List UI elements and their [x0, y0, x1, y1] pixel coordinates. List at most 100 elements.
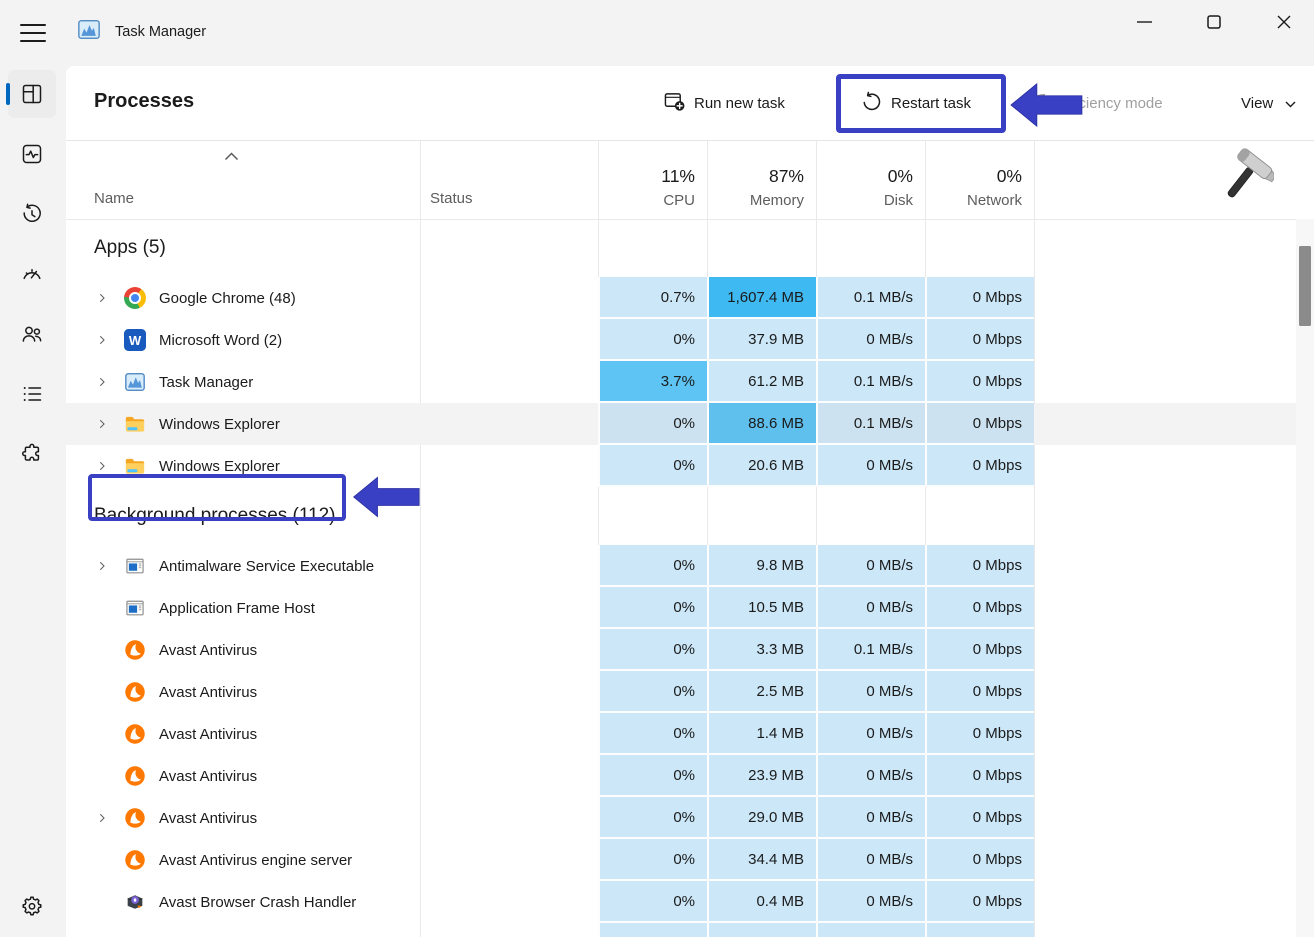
disk-cell: 0 MB/s [816, 671, 925, 713]
avast-app-icon [124, 765, 146, 787]
sidebar-item-details[interactable] [8, 370, 56, 418]
avastbox-app-icon [124, 891, 146, 913]
disk-cell: 0 MB/s [816, 713, 925, 755]
sidebar-item-processes[interactable] [8, 70, 56, 118]
disk-cell: 0 MB/s [816, 545, 925, 587]
status-cell [420, 587, 598, 629]
process-name: Avast Antivirus [159, 768, 257, 785]
row-spacer [1034, 881, 1296, 923]
cpu-cell: 0% [598, 797, 707, 839]
avastbox-app-icon [124, 933, 146, 937]
network-cell: 0 Mbps [925, 403, 1034, 445]
group-header[interactable]: Apps (5) [66, 219, 1296, 277]
expand-chevron-icon[interactable] [95, 811, 109, 825]
disk-cell: 0 MB/s [816, 587, 925, 629]
close-icon[interactable] [1261, 4, 1307, 40]
process-row[interactable]: Avast Antivirus engine server0%34.4 MB0 … [66, 839, 1296, 881]
expand-chevron-icon[interactable] [95, 417, 109, 431]
process-name-cell: Application Frame Host [66, 587, 420, 629]
sidebar-item-users[interactable] [8, 310, 56, 358]
network-cell: 0 Mbps [925, 881, 1034, 923]
memory-cell: 0.5 MB [707, 923, 816, 937]
scrollbar-thumb[interactable] [1299, 246, 1311, 326]
column-header-memory[interactable]: 87% Memory [707, 141, 816, 219]
status-cell [420, 629, 598, 671]
process-row[interactable]: Avast Browser Crash Handler0%0.4 MB0 MB/… [66, 881, 1296, 923]
process-row[interactable]: Avast Antivirus0%2.5 MB0 MB/s0 Mbps [66, 671, 1296, 713]
process-name: Task Manager [159, 374, 253, 391]
process-name-cell: Avast Antivirus [66, 713, 420, 755]
column-header-cpu[interactable]: 11% CPU [598, 141, 707, 219]
process-name: Microsoft Word (2) [159, 332, 282, 349]
status-cell [420, 361, 598, 403]
view-dropdown[interactable]: View [1235, 87, 1302, 119]
expand-chevron-icon[interactable] [95, 459, 109, 473]
avast-app-icon [124, 849, 146, 871]
process-row[interactable]: Avast Antivirus0%1.4 MB0 MB/s0 Mbps [66, 713, 1296, 755]
restart-icon [861, 91, 882, 116]
folder-app-icon [124, 413, 146, 435]
vertical-scrollbar[interactable] [1296, 219, 1314, 937]
group-header[interactable]: Background processes (112) [66, 487, 1296, 545]
sidebar-item-services[interactable] [8, 430, 56, 478]
process-name: Avast Antivirus [159, 726, 257, 743]
expand-chevron-icon[interactable] [95, 375, 109, 389]
process-row[interactable]: Windows Explorer0%88.6 MB0.1 MB/s0 Mbps [66, 403, 1296, 445]
sidebar-item-performance[interactable] [8, 130, 56, 178]
disk-cell: 0 MB/s [816, 755, 925, 797]
process-table: Name Status 11% CPU 87% Memory 0% Disk 0… [66, 141, 1314, 937]
network-total: 0% [997, 166, 1022, 187]
column-header-network[interactable]: 0% Network [925, 141, 1034, 219]
process-name-cell: Task Manager [66, 361, 420, 403]
app-title-area: Task Manager [78, 20, 206, 44]
process-row[interactable]: Antimalware Service Executable0%9.8 MB0 … [66, 545, 1296, 587]
sidebar-item-app-history[interactable] [8, 190, 56, 238]
expand-chevron-icon[interactable] [95, 333, 109, 347]
process-row[interactable]: Google Chrome (48)0.7%1,607.4 MB0.1 MB/s… [66, 277, 1296, 319]
sidebar-item-startup-apps[interactable] [8, 250, 56, 298]
process-row[interactable]: Application Frame Host0%10.5 MB0 MB/s0 M… [66, 587, 1296, 629]
process-name-cell: Avast Antivirus [66, 755, 420, 797]
sidebar-item-settings[interactable] [8, 882, 56, 930]
network-cell: 0 Mbps [925, 755, 1034, 797]
cpu-cell: 0% [598, 587, 707, 629]
network-cell: 0 Mbps [925, 671, 1034, 713]
maximize-icon[interactable] [1191, 4, 1237, 40]
network-cell: 0 Mbps [925, 797, 1034, 839]
column-header-disk[interactable]: 0% Disk [816, 141, 925, 219]
menu-hamburger-icon[interactable] [16, 19, 50, 47]
process-row[interactable]: Avast Browser Crash Handler0%0.5 MB0.1 M… [66, 923, 1296, 937]
row-spacer [1034, 629, 1296, 671]
process-row[interactable]: Avast Antivirus0%23.9 MB0 MB/s0 Mbps [66, 755, 1296, 797]
disk-cell: 0.1 MB/s [816, 403, 925, 445]
row-spacer [1034, 277, 1296, 319]
process-row[interactable]: Avast Antivirus0%3.3 MB0.1 MB/s0 Mbps [66, 629, 1296, 671]
cpu-cell: 0% [598, 319, 707, 361]
processes-icon [20, 82, 44, 106]
network-cell: 0 Mbps [925, 587, 1034, 629]
page-title: Processes [94, 90, 194, 113]
column-header-status[interactable]: Status [420, 141, 598, 219]
process-row[interactable]: WMicrosoft Word (2)0%37.9 MB0 MB/s0 Mbps [66, 319, 1296, 361]
expand-chevron-icon[interactable] [95, 291, 109, 305]
restart-task-button[interactable]: Restart task [855, 87, 977, 119]
disk-cell: 0 MB/s [816, 319, 925, 361]
performance-icon [20, 142, 44, 166]
column-header-name[interactable]: Name [66, 141, 420, 219]
process-row[interactable]: Windows Explorer0%20.6 MB0 MB/s0 Mbps [66, 445, 1296, 487]
run-new-task-button[interactable]: Run new task [658, 87, 791, 119]
memory-cell: 29.0 MB [707, 797, 816, 839]
process-name-cell: Windows Explorer [66, 445, 420, 487]
avast-app-icon [124, 681, 146, 703]
process-name: Google Chrome (48) [159, 290, 296, 307]
expand-chevron-icon[interactable] [95, 559, 109, 573]
memory-cell: 1.4 MB [707, 713, 816, 755]
services-icon [20, 442, 44, 466]
process-row[interactable]: Avast Antivirus0%29.0 MB0 MB/s0 Mbps [66, 797, 1296, 839]
process-name: Avast Antivirus [159, 810, 257, 827]
efficiency-mode-button: Efficiency mode [1022, 87, 1169, 119]
process-row[interactable]: Task Manager3.7%61.2 MB0.1 MB/s0 Mbps [66, 361, 1296, 403]
cpu-cell: 0% [598, 629, 707, 671]
memory-cell: 37.9 MB [707, 319, 816, 361]
minimize-icon[interactable] [1121, 4, 1167, 40]
